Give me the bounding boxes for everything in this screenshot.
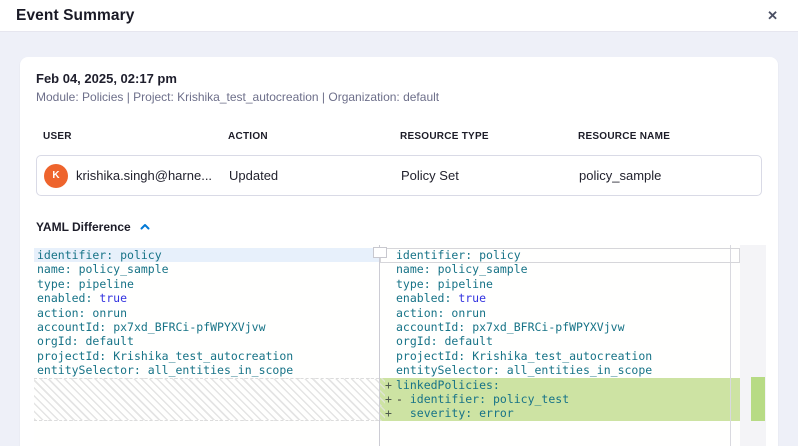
event-meta: Module: Policies | Project: Krishika_tes… [36, 90, 762, 104]
close-icon: ✕ [767, 8, 778, 23]
current-line-border [380, 248, 740, 263]
action-value: Updated [229, 168, 401, 183]
diff-pane-edge [730, 245, 731, 446]
diff-line: accountId: px7xd_BFRCi-pfWPYXVjvw [380, 320, 740, 334]
diff-line: action: onrun [34, 306, 379, 320]
user-cell: K krishika.singh@harne... [44, 164, 229, 188]
diff-line: +- identifier: policy_test [380, 392, 740, 406]
event-card: Feb 04, 2025, 02:17 pm Module: Policies … [20, 57, 778, 446]
diff-line: type: pipeline [34, 277, 379, 291]
column-action: ACTION [228, 131, 400, 142]
event-timestamp: Feb 04, 2025, 02:17 pm [36, 71, 762, 86]
diff-line: identifier: policy [34, 248, 379, 262]
column-user: USER [43, 131, 228, 142]
diff-line: accountId: px7xd_BFRCi-pfWPYXVjvw [34, 320, 379, 334]
diff-line: name: policy_sample [380, 262, 740, 276]
user-email: krishika.singh@harne... [76, 168, 212, 183]
yaml-diff-viewer: identifier: policyname: policy_sampletyp… [34, 245, 766, 446]
diff-line: type: pipeline [380, 277, 740, 291]
resource-type-value: Policy Set [401, 168, 579, 183]
avatar: K [44, 164, 68, 188]
column-resource-type: RESOURCE TYPE [400, 131, 578, 142]
diff-line: entitySelector: all_entities_in_scope [380, 363, 740, 377]
diff-line: enabled: true [380, 291, 740, 305]
diff-placeholder-hatch [34, 378, 379, 421]
overview-ruler[interactable] [740, 245, 766, 446]
diff-pane-original[interactable]: identifier: policyname: policy_sampletyp… [34, 245, 379, 446]
modal-header: Event Summary ✕ [0, 0, 798, 32]
yaml-difference-label: YAML Difference [36, 220, 131, 234]
diff-line: +linkedPolicies: [380, 378, 740, 392]
chevron-up-icon [139, 221, 151, 233]
page-title: Event Summary [16, 7, 134, 25]
diff-line: orgId: default [34, 334, 379, 348]
diff-line: + severity: error [380, 406, 740, 420]
diff-line: name: policy_sample [34, 262, 379, 276]
diff-line: enabled: true [34, 291, 379, 305]
audit-table-header: USER ACTION RESOURCE TYPE RESOURCE NAME [36, 131, 762, 142]
diff-add-marker: + [385, 406, 392, 420]
diff-add-marker: + [385, 378, 392, 392]
diff-add-marker: + [385, 392, 392, 406]
added-lines-marker [751, 377, 765, 421]
yaml-difference-toggle[interactable]: YAML Difference [36, 220, 151, 234]
column-resource-name: RESOURCE NAME [578, 131, 762, 142]
diff-line: entitySelector: all_entities_in_scope [34, 363, 379, 377]
modal-body: Feb 04, 2025, 02:17 pm Module: Policies … [0, 32, 798, 446]
table-row: K krishika.singh@harne... Updated Policy… [36, 155, 762, 196]
diff-line: orgId: default [380, 334, 740, 348]
diff-line: projectId: Krishika_test_autocreation [34, 349, 379, 363]
diff-splitter-handle[interactable] [373, 247, 387, 258]
resource-name-value: policy_sample [579, 168, 761, 183]
close-button[interactable]: ✕ [763, 7, 782, 24]
diff-line: action: onrun [380, 306, 740, 320]
diff-line: projectId: Krishika_test_autocreation [380, 349, 740, 363]
diff-pane-modified[interactable]: identifier: policyname: policy_sampletyp… [380, 245, 740, 446]
